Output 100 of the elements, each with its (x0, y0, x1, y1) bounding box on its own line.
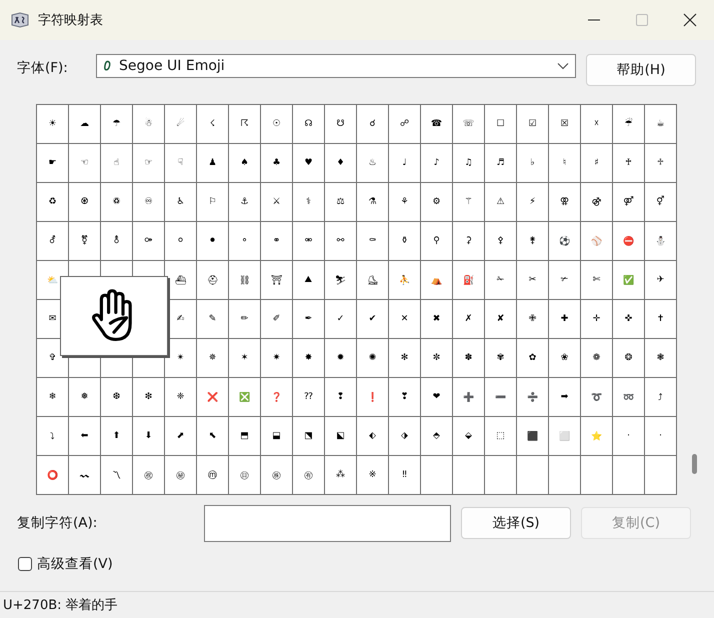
character-cell[interactable] (549, 456, 580, 494)
character-cell[interactable]: ⬚ (485, 417, 516, 455)
character-cell[interactable]: ➡ (549, 378, 580, 416)
character-cell[interactable]: ✙ (517, 300, 548, 338)
character-cell[interactable]: ⛩ (261, 261, 292, 299)
character-cell[interactable]: ⬅ (69, 417, 100, 455)
character-cell[interactable]: ❓ (261, 378, 292, 416)
character-cell[interactable]: ⬙ (453, 417, 484, 455)
character-cell[interactable]: ⚦ (37, 222, 68, 260)
character-cell[interactable]: ⚵ (517, 222, 548, 260)
character-cell[interactable]: ✻ (389, 339, 420, 377)
character-cell[interactable]: ✔ (357, 300, 388, 338)
character-cell[interactable]: ✶ (229, 339, 260, 377)
character-cell[interactable]: ⚱ (389, 222, 420, 260)
character-cell[interactable]: 〰 (69, 456, 100, 494)
character-cell[interactable]: ✏ (229, 300, 260, 338)
character-cell[interactable]: ✓ (325, 300, 356, 338)
character-cell[interactable]: ⚔ (261, 183, 292, 221)
scrollbar-thumb[interactable] (692, 454, 697, 474)
character-cell[interactable]: ☒ (549, 105, 580, 143)
character-cell[interactable]: ♭ (517, 144, 548, 182)
character-cell[interactable]: ➕ (453, 378, 484, 416)
character-cell[interactable] (517, 456, 548, 494)
character-cell[interactable]: ⛽ (453, 261, 484, 299)
character-cell[interactable]: ✂ (517, 261, 548, 299)
help-button[interactable]: 帮助(H) (586, 54, 696, 86)
close-icon[interactable] (683, 13, 697, 27)
character-cell[interactable]: ♠ (229, 144, 260, 182)
character-cell[interactable]: ✒ (293, 300, 324, 338)
character-cell[interactable]: ✷ (261, 339, 292, 377)
font-dropdown[interactable]: Segoe UI Emoji (96, 54, 576, 78)
character-cell[interactable]: ✐ (261, 300, 292, 338)
character-cell[interactable]: ✗ (453, 300, 484, 338)
character-cell[interactable]: ⬆ (101, 417, 132, 455)
character-cell[interactable]: ☏ (453, 105, 484, 143)
character-cell[interactable]: ✕ (389, 300, 420, 338)
character-cell[interactable]: ⬒ (229, 417, 260, 455)
character-cell[interactable]: ➖ (485, 378, 516, 416)
character-cell[interactable]: ⤵ (37, 417, 68, 455)
character-cell[interactable]: ✚ (549, 300, 580, 338)
character-cell[interactable]: ❁ (581, 339, 612, 377)
character-cell[interactable]: ❢ (325, 378, 356, 416)
character-cell[interactable]: ✃ (549, 261, 580, 299)
character-cell[interactable]: ⚓ (229, 183, 260, 221)
character-cell[interactable] (645, 456, 676, 494)
character-cell[interactable]: ✜ (613, 300, 644, 338)
character-cell[interactable]: ❇ (133, 378, 164, 416)
character-cell[interactable]: ✁ (485, 261, 516, 299)
character-cell[interactable]: ⚩ (133, 222, 164, 260)
character-cell[interactable]: ⬗ (389, 417, 420, 455)
character-cell[interactable]: ⚭ (261, 222, 292, 260)
character-cell[interactable]: ⓜ (197, 456, 228, 494)
character-cell[interactable]: ⬖ (357, 417, 388, 455)
character-cell[interactable]: ‼ (389, 456, 420, 494)
character-cell[interactable]: ♦ (325, 144, 356, 182)
character-cell[interactable]: ♥ (293, 144, 324, 182)
character-cell[interactable]: ☇ (197, 105, 228, 143)
character-cell[interactable]: ❂ (613, 339, 644, 377)
character-cell[interactable]: ✎ (197, 300, 228, 338)
character-cell[interactable]: ♨ (357, 144, 388, 182)
character-cell[interactable]: ♿ (165, 183, 196, 221)
character-cell[interactable]: ㊙ (165, 456, 196, 494)
character-cell[interactable]: ☟ (165, 144, 196, 182)
select-button[interactable]: 选择(S) (461, 507, 571, 539)
character-cell[interactable]: ☔ (613, 105, 644, 143)
character-cell[interactable]: ⁇ (293, 378, 324, 416)
character-cell[interactable]: ♽ (101, 183, 132, 221)
character-cell[interactable]: ⬕ (325, 417, 356, 455)
character-cell[interactable]: ⛰ (293, 261, 324, 299)
character-cell[interactable]: ♼ (69, 183, 100, 221)
character-cell[interactable]: ❄ (37, 378, 68, 416)
character-cell[interactable]: ㊒ (293, 456, 324, 494)
character-cell[interactable]: ⚕ (293, 183, 324, 221)
character-cell[interactable]: ♬ (485, 144, 516, 182)
character-cell[interactable]: ☝ (101, 144, 132, 182)
character-cell[interactable]: ☕ (645, 105, 676, 143)
character-cell[interactable]: ☄ (165, 105, 196, 143)
character-cell[interactable]: ✿ (517, 339, 548, 377)
character-cell[interactable]: ☃ (133, 105, 164, 143)
character-cell[interactable]: ♮ (549, 144, 580, 182)
character-cell[interactable]: ⚮ (293, 222, 324, 260)
character-cell[interactable]: ✼ (421, 339, 452, 377)
character-cell[interactable]: ⛔ (613, 222, 644, 260)
character-cell[interactable]: ✴ (165, 339, 196, 377)
character-cell[interactable]: ⚢ (549, 183, 580, 221)
character-cell[interactable]: ⭕ (37, 456, 68, 494)
character-cell[interactable]: ⛓ (229, 261, 260, 299)
character-cell[interactable]: ⬘ (421, 417, 452, 455)
character-cell[interactable]: ➰ (581, 378, 612, 416)
character-cell[interactable]: ✹ (325, 339, 356, 377)
character-cell[interactable]: ⚘ (389, 183, 420, 221)
character-cell[interactable]: ☓ (581, 105, 612, 143)
character-cell[interactable]: ☜ (69, 144, 100, 182)
character-cell[interactable]: ❆ (101, 378, 132, 416)
character-cell[interactable]: · (613, 417, 644, 455)
character-cell[interactable]: ⬉ (197, 417, 228, 455)
character-cell[interactable]: ⚽ (549, 222, 580, 260)
character-cell[interactable]: ☎ (421, 105, 452, 143)
character-cell[interactable]: ⚳ (453, 222, 484, 260)
character-cell[interactable]: ❣ (389, 378, 420, 416)
